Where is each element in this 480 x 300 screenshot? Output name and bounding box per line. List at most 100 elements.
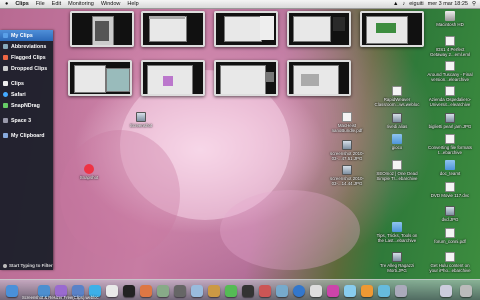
clock[interactable]: mer 3 mar 18:25 (428, 1, 468, 7)
sidebar-item-label: Dropped Clips (11, 65, 48, 72)
desktop-icon-label: rivedi alias (386, 124, 408, 129)
desktop-icon-label: MacHeist nanoBundle.pdf (331, 123, 363, 133)
desktop-icon[interactable]: Tips, Tricks, Tools on the Last...ebarch… (374, 222, 420, 243)
desktop-icon-label: Tips, Tricks, Tools on the Last...ebarch… (376, 233, 418, 243)
desktop-icon[interactable]: Get Hulu content on your iPho...ebarchiv… (427, 252, 473, 273)
desktop-icon[interactable]: doc_teamt (427, 160, 473, 176)
app-menu[interactable]: Clips (15, 1, 28, 7)
desktop-icon[interactable]: screenshot 2010-03-...47.51.JPG (324, 140, 370, 161)
desktop-icon[interactable]: Around Tuscany - Final version...elearch… (427, 61, 473, 82)
clip-thumbnail[interactable] (70, 11, 134, 47)
file-icon (445, 61, 455, 71)
apple-menu-icon[interactable]: ● (5, 1, 8, 7)
sidebar-item-safari[interactable]: Safari (0, 89, 53, 100)
app-dock-icon[interactable] (208, 285, 220, 297)
desktop-icon[interactable]: rivedi alias (374, 113, 420, 129)
clip-thumbnail[interactable] (141, 60, 205, 96)
sidebar-item-label: SnapNDrag (11, 102, 40, 109)
desktop-icon[interactable]: Screenshot (118, 112, 164, 128)
user-menu[interactable]: eiguiti (409, 1, 423, 7)
app-dock-icon[interactable] (191, 285, 203, 297)
sidebar-item-abbreviations[interactable]: Abbreviations (0, 41, 53, 52)
app-dock-icon[interactable] (225, 285, 237, 297)
desktop-icon[interactable]: Converting file formats t...ebarchive (427, 134, 473, 155)
finder-icon[interactable] (6, 285, 18, 297)
documents-stack-icon[interactable] (440, 285, 452, 297)
desktop-icon-label: Screenshot (129, 123, 153, 128)
desktop-icon[interactable]: Macintosh HD (427, 11, 473, 27)
wifi-icon[interactable]: ▲ (393, 1, 398, 7)
preview-icon[interactable] (157, 285, 169, 297)
app-dock-icon[interactable] (327, 285, 339, 297)
desktop-icon-label: screenshot 2010-03-...14.44.JPG (330, 176, 364, 186)
app-dock-icon[interactable] (259, 285, 271, 297)
desktop-icon[interactable]: Tre Alleg Ragazzi Morti.JPG (374, 252, 420, 273)
clip-thumbnail[interactable] (214, 60, 278, 96)
address-book-icon[interactable] (106, 285, 118, 297)
menu-edit[interactable]: Edit (52, 1, 61, 7)
desktop-icon[interactable]: biglietti pearl jam.JPG (427, 113, 473, 129)
menu-file[interactable]: File (36, 1, 45, 7)
sidebar-item-my-clipboard[interactable]: My Clipboard (0, 130, 53, 141)
volume-icon[interactable]: ♪ (402, 1, 405, 7)
image-icon (445, 113, 455, 123)
sidebar-item-flagged-clips[interactable]: Flagged Clips (0, 52, 53, 63)
app-dock-icon[interactable] (361, 285, 373, 297)
sidebar-item-dropped-clips[interactable]: Dropped Clips (0, 63, 53, 74)
clip-thumbnail[interactable] (214, 11, 278, 47)
folder-stack-icon[interactable] (378, 285, 390, 297)
app-dock-icon[interactable] (344, 285, 356, 297)
desktop-icon[interactable]: RapidWeaver Classroom...ws.webloc (374, 86, 420, 107)
clip-thumbnail[interactable] (68, 60, 132, 96)
desktop-icon[interactable]: Azienda Ospedaliero-Universit...elearchi… (427, 86, 473, 107)
sidebar-item-snapndrag[interactable]: SnapNDrag (0, 100, 53, 111)
desktop-icon-label: Snapshot (79, 175, 99, 180)
file-icon (445, 36, 455, 46)
app-dock-icon[interactable] (276, 285, 288, 297)
menu-help[interactable]: Help (127, 1, 138, 7)
app-dock-icon[interactable] (242, 285, 254, 297)
desktop-icon[interactable]: gioco (374, 134, 420, 150)
desktop-icon[interactable]: forum_conni.pdf (427, 228, 473, 244)
sidebar-item-space-3[interactable]: Space 3 (0, 115, 53, 126)
trash-icon[interactable] (460, 285, 472, 297)
wallpaper-petal (60, 130, 180, 260)
sidebar-item-my-clips[interactable]: My Clips (0, 30, 53, 41)
downloads-stack-icon[interactable] (395, 285, 407, 297)
sidebar-item-label: Abbreviations (11, 43, 47, 50)
desktop-icon-label: forum_conni.pdf (434, 239, 466, 244)
clip-thumbnail[interactable] (287, 11, 351, 47)
clip-thumbnail[interactable] (287, 60, 351, 96)
image-icon (392, 252, 402, 262)
app-dock-icon[interactable] (174, 285, 186, 297)
folder-icon (445, 160, 455, 170)
desktop-icon-label: dvd.JPG (441, 217, 459, 222)
dock-item-label: Screenshot & Resizer Free(Clips).webloc (22, 295, 99, 300)
clock-app-icon[interactable] (123, 285, 135, 297)
desktop-icon[interactable]: screenshot 2010-03-...14.44.JPG (324, 165, 370, 186)
desktop-icon[interactable]: Snapshot (66, 164, 112, 180)
safari-icon (3, 92, 8, 97)
app-dock-icon[interactable] (310, 285, 322, 297)
menu-monitoring[interactable]: Monitoring (68, 1, 94, 7)
desktop-icon[interactable]: IOS1 4 Perfect Getaway 2...eml.eml (427, 36, 473, 57)
clips-sidebar: My Clips Abbreviations Flagged Clips Dro… (0, 30, 53, 270)
sidebar-item-clips[interactable]: Clips (0, 78, 53, 89)
desktop-icon-label: Tre Alleg Ragazzi Morti.JPG (379, 263, 415, 273)
spotlight-icon[interactable]: ⚲ (472, 1, 476, 7)
desktop-icon[interactable]: DVD Movie 117.dvc (427, 182, 473, 198)
snapshot-app-icon (84, 164, 94, 174)
clip-thumbnail[interactable] (141, 11, 205, 47)
photo-app-icon[interactable] (140, 285, 152, 297)
file-icon (342, 112, 352, 122)
skype-icon[interactable] (293, 285, 305, 297)
desktop-icon[interactable]: MacHeist nanoBundle.pdf (324, 112, 370, 133)
file-icon (445, 228, 455, 238)
clip-thumbnail[interactable] (360, 11, 424, 47)
desktop-icon[interactable]: dvd.JPG (427, 206, 473, 222)
menu-window[interactable]: Window (101, 1, 121, 7)
sidebar-item-label: My Clips (11, 32, 33, 39)
desktop-icon[interactable]: SEOmoz | One Dead Simple Tr...ebarchive (374, 160, 420, 181)
desktop-icon-label: RapidWeaver Classroom...ws.webloc (374, 97, 420, 107)
drop-icon (3, 66, 8, 71)
